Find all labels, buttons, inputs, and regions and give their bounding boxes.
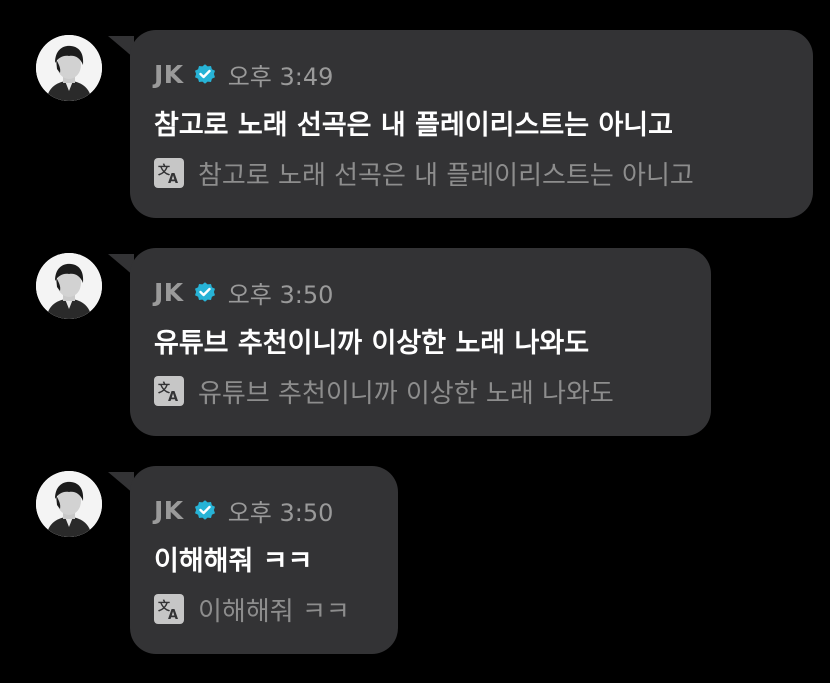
message-text: 유튜브 추천이니까 이상한 노래 나와도 xyxy=(154,328,590,359)
message-text: 참고로 노래 선곡은 내 플레이리스트는 아니고 xyxy=(154,110,673,141)
avatar[interactable] xyxy=(36,35,102,101)
verified-badge-icon xyxy=(193,498,217,522)
message-time: 오후 3:49 xyxy=(227,62,334,91)
message-header: JK 오후 3:49 xyxy=(154,59,334,91)
translate-icon[interactable]: 文 A xyxy=(154,376,184,406)
message-text: 이해해줘 ㅋㅋ xyxy=(154,546,313,577)
svg-text:A: A xyxy=(168,390,178,405)
verified-badge-icon xyxy=(193,280,217,304)
svg-text:A: A xyxy=(168,608,178,623)
translate-icon[interactable]: 文 A xyxy=(154,594,184,624)
translation-row: 文 A 유튜브 추천이니까 이상한 노래 나와도 xyxy=(154,374,614,409)
message-header: JK 오후 3:50 xyxy=(154,277,334,309)
svg-text:A: A xyxy=(168,172,178,187)
sender-name: JK xyxy=(154,59,184,89)
message-time: 오후 3:50 xyxy=(227,280,334,309)
message-header: JK 오후 3:50 xyxy=(154,495,334,527)
translation-text: 참고로 노래 선곡은 내 플레이리스트는 아니고 xyxy=(198,160,694,191)
message-time: 오후 3:50 xyxy=(227,498,334,527)
profile-avatar-icon xyxy=(36,35,102,101)
translation-row: 文 A 이해해줘 ㅋㅋ xyxy=(154,592,350,627)
sender-name: JK xyxy=(154,495,184,525)
message-bubble[interactable]: JK 오후 3:50 유튜브 추천이니까 이상한 노래 나와도 文 A 유튜브 … xyxy=(130,248,711,436)
message-bubble[interactable]: JK 오후 3:50 이해해줘 ㅋㅋ 文 A 이해해줘 ㅋㅋ xyxy=(130,466,398,654)
translation-text: 유튜브 추천이니까 이상한 노래 나와도 xyxy=(198,378,614,409)
message-bubble[interactable]: JK 오후 3:49 참고로 노래 선곡은 내 플레이리스트는 아니고 文 A … xyxy=(130,30,813,218)
translate-icon[interactable]: 文 A xyxy=(154,158,184,188)
profile-avatar-icon xyxy=(36,471,102,537)
translation-row: 文 A 참고로 노래 선곡은 내 플레이리스트는 아니고 xyxy=(154,156,694,191)
profile-avatar-icon xyxy=(36,253,102,319)
translation-text: 이해해줘 ㅋㅋ xyxy=(198,596,350,627)
chat-screen: { "messages": [ { "sender": "JK", "time"… xyxy=(0,0,830,683)
avatar[interactable] xyxy=(36,253,102,319)
avatar[interactable] xyxy=(36,471,102,537)
verified-badge-icon xyxy=(193,62,217,86)
sender-name: JK xyxy=(154,277,184,307)
